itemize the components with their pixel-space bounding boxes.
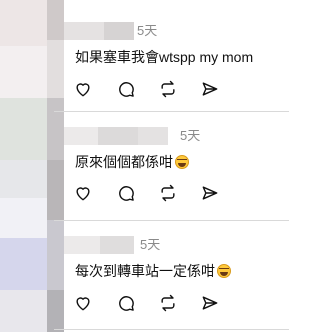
heart-icon[interactable] xyxy=(72,78,94,100)
reply-text: 如果塞車我會wtspp my mom xyxy=(75,49,254,65)
timestamp[interactable]: 5天 xyxy=(137,22,157,40)
send-icon[interactable] xyxy=(199,292,221,314)
action-bar xyxy=(72,292,222,314)
reply-text: 原來個個都係咁 xyxy=(75,153,189,171)
username[interactable] xyxy=(64,236,134,254)
reply-item: 5天 原來個個都係咁 xyxy=(0,127,289,209)
repost-icon[interactable] xyxy=(157,78,179,100)
grinning-sweat-emoji xyxy=(217,264,231,278)
heart-icon[interactable] xyxy=(72,292,94,314)
send-icon[interactable] xyxy=(199,182,221,204)
action-bar xyxy=(72,182,222,204)
comment-icon[interactable] xyxy=(115,78,137,100)
comment-icon[interactable] xyxy=(115,292,137,314)
heart-icon[interactable] xyxy=(72,182,94,204)
username[interactable] xyxy=(64,22,134,40)
comment-icon[interactable] xyxy=(115,182,137,204)
timestamp[interactable]: 5天 xyxy=(140,236,160,254)
divider xyxy=(54,220,289,221)
divider xyxy=(54,111,289,112)
action-bar xyxy=(72,78,222,100)
reply-item: 5天 每次到轉車站一定係咁 xyxy=(0,236,289,318)
username[interactable] xyxy=(64,127,168,145)
timestamp[interactable]: 5天 xyxy=(180,127,200,145)
repost-icon[interactable] xyxy=(157,182,179,204)
send-icon[interactable] xyxy=(199,78,221,100)
grinning-sweat-emoji xyxy=(175,155,189,169)
repost-icon[interactable] xyxy=(157,292,179,314)
reply-text: 每次到轉車站一定係咁 xyxy=(75,262,231,280)
divider xyxy=(54,329,289,330)
reply-item: 5天 如果塞車我會wtspp my mom xyxy=(0,22,289,104)
